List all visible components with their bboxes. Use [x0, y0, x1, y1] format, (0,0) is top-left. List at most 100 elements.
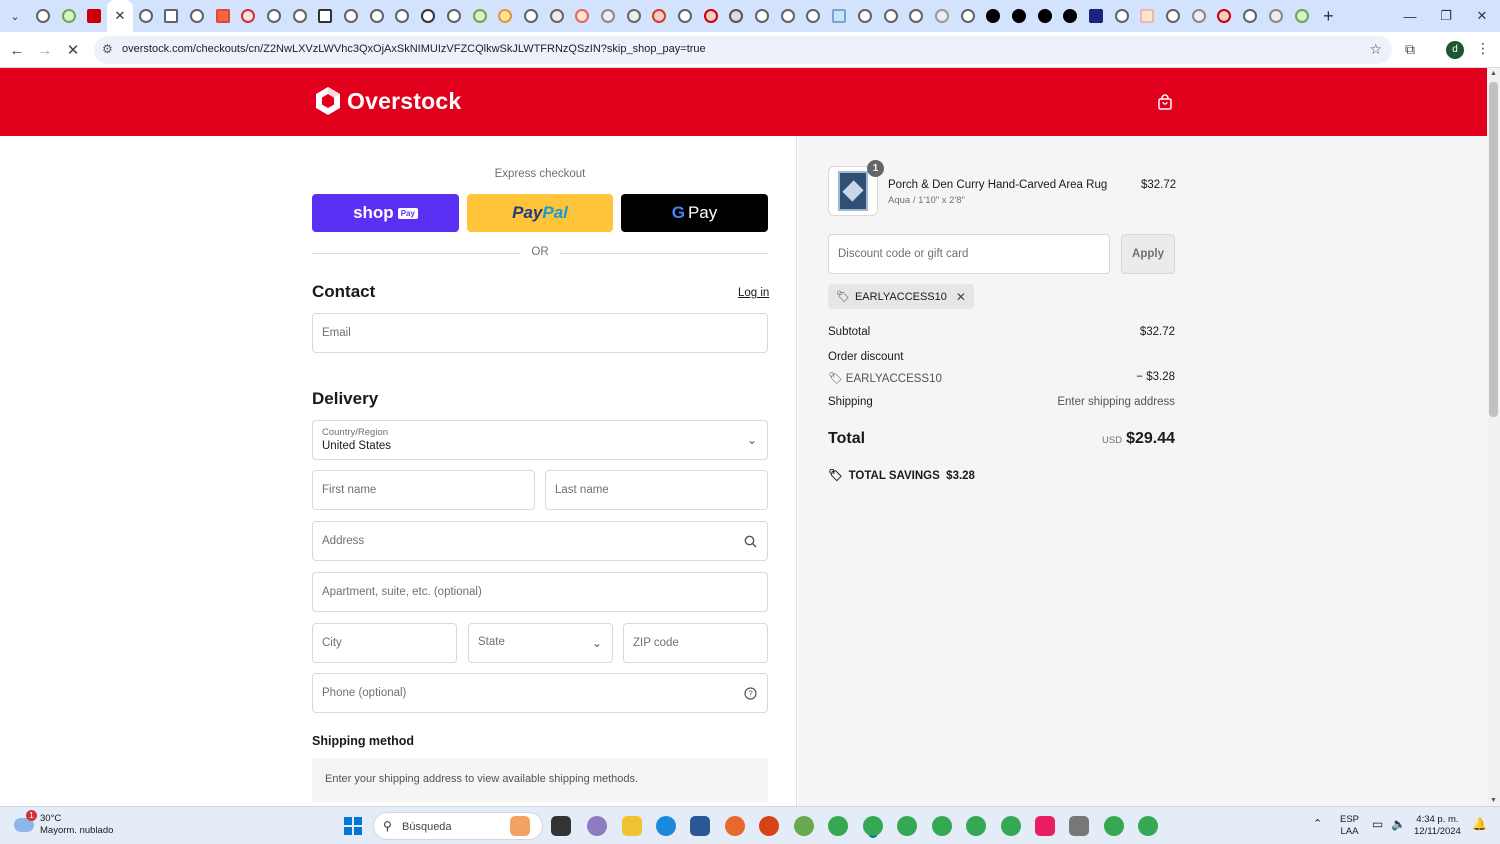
- browser-tab[interactable]: [313, 0, 339, 32]
- task-view-icon[interactable]: [551, 816, 571, 836]
- browser-tab[interactable]: [56, 0, 82, 32]
- country-select[interactable]: Country/Region United States ⌄: [312, 420, 768, 460]
- browser-tab[interactable]: [236, 0, 262, 32]
- forward-icon[interactable]: →: [34, 39, 56, 61]
- profile-avatar[interactable]: d: [1446, 41, 1464, 59]
- browser-tab[interactable]: [1006, 0, 1032, 32]
- tab-search-chevron-icon[interactable]: ⌄: [0, 0, 30, 32]
- browser-tab[interactable]: [1083, 0, 1109, 32]
- browser-tab[interactable]: [980, 0, 1006, 32]
- browser-tab[interactable]: [492, 0, 518, 32]
- state-select[interactable]: State ⌄: [468, 623, 613, 663]
- close-window-icon[interactable]: ✕: [1464, 0, 1500, 32]
- browser-tab[interactable]: [621, 0, 647, 32]
- page-scrollbar[interactable]: ▲ ▼: [1487, 68, 1500, 806]
- browser-tab[interactable]: [724, 0, 750, 32]
- browser-tab[interactable]: [441, 0, 467, 32]
- browser-tab[interactable]: [775, 0, 801, 32]
- paypal-button[interactable]: Pay Pal: [467, 194, 613, 232]
- copilot-icon[interactable]: [587, 816, 607, 836]
- browser-tab[interactable]: [158, 0, 184, 32]
- google-pay-button[interactable]: G Pay: [621, 194, 768, 232]
- browser-tab[interactable]: [467, 0, 493, 32]
- ea-app-icon[interactable]: [759, 816, 779, 836]
- language-indicator[interactable]: ESP LAA: [1340, 814, 1359, 838]
- network-icon[interactable]: ▭: [1372, 817, 1383, 831]
- chrome-icon[interactable]: [1001, 816, 1021, 836]
- address-field[interactable]: Address: [312, 521, 768, 561]
- chrome-icon[interactable]: [932, 816, 952, 836]
- restore-icon[interactable]: ❐: [1428, 0, 1464, 32]
- browser-tab[interactable]: [929, 0, 955, 32]
- firefox-icon[interactable]: [725, 816, 745, 836]
- browser-tab[interactable]: [544, 0, 570, 32]
- browser-tab[interactable]: [364, 0, 390, 32]
- back-icon[interactable]: ←: [6, 39, 28, 61]
- shop-pay-button[interactable]: shop Pay: [312, 194, 459, 232]
- city-field[interactable]: City: [312, 623, 457, 663]
- last-name-field[interactable]: Last name: [545, 470, 768, 510]
- browser-tab[interactable]: [1289, 0, 1315, 32]
- browser-tab[interactable]: [826, 0, 852, 32]
- scroll-up-icon[interactable]: ▲: [1490, 70, 1497, 77]
- browser-tab[interactable]: [749, 0, 775, 32]
- taskbar-app-icon[interactable]: [510, 816, 530, 836]
- file-explorer-icon[interactable]: [622, 816, 642, 836]
- browser-tab[interactable]: [81, 0, 107, 32]
- help-circle-icon[interactable]: ?: [744, 687, 757, 700]
- browser-tab[interactable]: [210, 0, 236, 32]
- browser-tab[interactable]: [955, 0, 981, 32]
- browser-tab[interactable]: [698, 0, 724, 32]
- scrollbar-thumb[interactable]: [1489, 82, 1498, 417]
- browser-tab[interactable]: [1058, 0, 1084, 32]
- scroll-down-icon[interactable]: ▼: [1490, 797, 1497, 804]
- bookmark-star-icon[interactable]: ☆: [1369, 41, 1382, 58]
- tray-chevron-up-icon[interactable]: ⌃: [1313, 817, 1322, 830]
- first-name-field[interactable]: First name: [312, 470, 535, 510]
- chrome-icon[interactable]: [1138, 816, 1158, 836]
- browser-tab[interactable]: [1135, 0, 1161, 32]
- volume-icon[interactable]: 🔈: [1391, 817, 1406, 831]
- overstock-logo[interactable]: Overstock: [315, 86, 461, 116]
- browser-tab[interactable]: [133, 0, 159, 32]
- browser-tab[interactable]: [30, 0, 56, 32]
- browser-tab[interactable]: [261, 0, 287, 32]
- weather-widget[interactable]: 1 30°C Mayorm. nublado: [14, 810, 113, 837]
- taskbar-app-icon[interactable]: [1035, 816, 1055, 836]
- site-info-icon[interactable]: ⚙: [102, 42, 113, 56]
- browser-tab[interactable]: [415, 0, 441, 32]
- browser-tab[interactable]: [1109, 0, 1135, 32]
- photos-icon[interactable]: [794, 816, 814, 836]
- clock[interactable]: 4:34 p. m. 12/11/2024: [1414, 814, 1461, 838]
- log-in-link[interactable]: Log in: [738, 287, 769, 299]
- apartment-field[interactable]: Apartment, suite, etc. (optional): [312, 572, 768, 612]
- browser-tab[interactable]: [1237, 0, 1263, 32]
- browser-tab[interactable]: [569, 0, 595, 32]
- chrome-icon[interactable]: [1104, 816, 1124, 836]
- zip-code-field[interactable]: ZIP code: [623, 623, 768, 663]
- browser-tab[interactable]: [1032, 0, 1058, 32]
- browser-tab[interactable]: [184, 0, 210, 32]
- shopping-bag-icon[interactable]: [1157, 94, 1173, 110]
- new-tab-button[interactable]: +: [1314, 6, 1342, 27]
- browser-tab[interactable]: [390, 0, 416, 32]
- browser-tab[interactable]: [287, 0, 313, 32]
- email-field[interactable]: Email: [312, 313, 768, 353]
- browser-tab[interactable]: [647, 0, 673, 32]
- remove-discount-icon[interactable]: ✕: [956, 290, 966, 304]
- url-text[interactable]: overstock.com/checkouts/cn/Z2NwLXVzLWVhc…: [122, 43, 706, 55]
- browser-tab[interactable]: [338, 0, 364, 32]
- notification-bell-icon[interactable]: 🔔: [1472, 817, 1487, 831]
- browser-tab[interactable]: [1186, 0, 1212, 32]
- browser-tab[interactable]: [1160, 0, 1186, 32]
- minimize-icon[interactable]: —: [1392, 0, 1428, 32]
- browser-tab[interactable]: [852, 0, 878, 32]
- browser-tab[interactable]: [672, 0, 698, 32]
- close-tab-icon[interactable]: ✕: [114, 8, 125, 24]
- browser-tab[interactable]: [1263, 0, 1289, 32]
- browser-tab[interactable]: [595, 0, 621, 32]
- calculator-icon[interactable]: [1069, 816, 1089, 836]
- extensions-icon[interactable]: ⧉: [1405, 41, 1415, 58]
- edge-icon[interactable]: [656, 816, 676, 836]
- url-field[interactable]: ⚙ overstock.com/checkouts/cn/Z2NwLXVzLWV…: [94, 36, 1392, 64]
